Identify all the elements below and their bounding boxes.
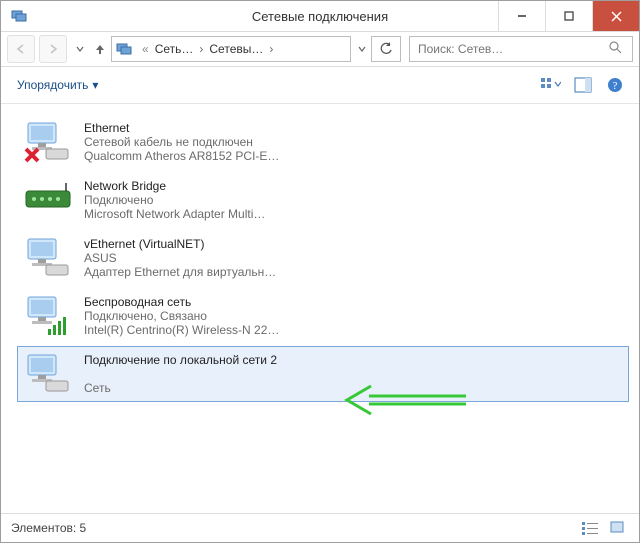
connection-item[interactable]: Network Bridge Подключено Microsoft Netw… bbox=[17, 172, 629, 228]
organize-label: Упорядочить bbox=[17, 78, 88, 92]
connection-name: Ethernet bbox=[84, 121, 364, 135]
location-icon bbox=[116, 41, 132, 57]
maximize-button[interactable] bbox=[545, 1, 592, 31]
connection-status: Подключено bbox=[84, 193, 364, 207]
connection-status: Сетевой кабель не подключен bbox=[84, 135, 364, 149]
titlebar: Сетевые подключения bbox=[1, 1, 639, 32]
connection-item[interactable]: vEthernet (VirtualNET) ASUS Адаптер Ethe… bbox=[17, 230, 629, 286]
recent-locations-button[interactable] bbox=[71, 36, 89, 62]
search-icon bbox=[609, 41, 622, 57]
address-bar[interactable]: « Сеть… › Сетевы… › bbox=[111, 36, 351, 62]
app-icon bbox=[11, 8, 27, 24]
connection-name: Network Bridge bbox=[84, 179, 364, 193]
view-options-button[interactable] bbox=[537, 71, 565, 99]
breadcrumb-seg-2[interactable]: Сетевы… bbox=[209, 42, 263, 56]
status-count: 5 bbox=[80, 521, 87, 535]
details-view-button[interactable] bbox=[579, 517, 601, 539]
connection-device: Qualcomm Atheros AR8152 PCI-E… bbox=[84, 149, 364, 163]
organize-button[interactable]: Упорядочить ▾ bbox=[11, 74, 104, 96]
preview-pane-button[interactable] bbox=[569, 71, 597, 99]
chevron-right-icon[interactable]: › bbox=[193, 42, 209, 56]
connection-item-selected[interactable]: Подключение по локальной сети 2 Сеть bbox=[17, 346, 629, 402]
connection-item[interactable]: Беспроводная сеть Подключено, Связано In… bbox=[17, 288, 629, 344]
connection-device: Сеть bbox=[84, 381, 364, 395]
connection-status: Подключено, Связано bbox=[84, 309, 364, 323]
nic-disconnected-icon bbox=[22, 121, 74, 163]
address-dropdown-button[interactable] bbox=[355, 36, 369, 62]
connection-item[interactable]: Ethernet Сетевой кабель не подключен Qua… bbox=[17, 114, 629, 170]
breadcrumb-sep-icon: « bbox=[136, 42, 155, 56]
refresh-button[interactable] bbox=[371, 36, 401, 62]
back-button[interactable] bbox=[7, 35, 35, 63]
connection-device: Адаптер Ethernet для виртуальн… bbox=[84, 265, 364, 279]
search-input[interactable] bbox=[416, 41, 609, 57]
help-button[interactable]: ? bbox=[601, 71, 629, 99]
connection-name: vEthernet (VirtualNET) bbox=[84, 237, 364, 251]
connection-name: Беспроводная сеть bbox=[84, 295, 364, 309]
svg-text:?: ? bbox=[613, 80, 618, 92]
wifi-icon bbox=[22, 295, 74, 337]
large-icons-view-button[interactable] bbox=[607, 517, 629, 539]
breadcrumb-seg-1[interactable]: Сеть… bbox=[155, 42, 194, 56]
explorer-window: Сетевые подключения bbox=[0, 0, 640, 543]
connection-name: Подключение по локальной сети 2 bbox=[84, 353, 364, 367]
navbar: « Сеть… › Сетевы… › bbox=[1, 32, 639, 67]
nic-icon bbox=[22, 237, 74, 279]
minimize-button[interactable] bbox=[498, 1, 545, 31]
up-button[interactable] bbox=[91, 36, 109, 62]
window-controls bbox=[498, 1, 639, 31]
status-label: Элементов: bbox=[11, 521, 76, 535]
nic-icon bbox=[22, 353, 74, 395]
connection-device: Intel(R) Centrino(R) Wireless-N 22… bbox=[84, 323, 364, 337]
chevron-down-icon: ▾ bbox=[92, 78, 98, 92]
chevron-right-icon[interactable]: › bbox=[263, 42, 279, 56]
close-button[interactable] bbox=[592, 1, 639, 31]
connection-device: Microsoft Network Adapter Multi… bbox=[84, 207, 364, 221]
bridge-icon bbox=[22, 179, 74, 221]
connection-status: ASUS bbox=[84, 251, 364, 265]
command-bar: Упорядочить ▾ ? bbox=[1, 67, 639, 104]
connections-list: Ethernet Сетевой кабель не подключен Qua… bbox=[1, 104, 639, 513]
forward-button[interactable] bbox=[39, 35, 67, 63]
status-bar: Элементов: 5 bbox=[1, 513, 639, 542]
search-box[interactable] bbox=[409, 36, 633, 62]
